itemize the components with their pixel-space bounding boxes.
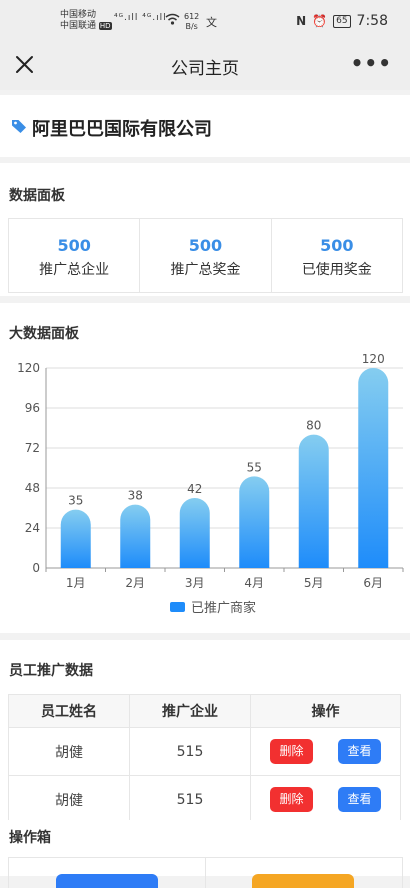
toolbox-cell bbox=[206, 858, 402, 888]
stat-total-bonus[interactable]: 500 推广总奖金 bbox=[140, 219, 272, 292]
section-title: 操作箱 bbox=[9, 830, 51, 846]
toolbox-button[interactable] bbox=[252, 874, 354, 888]
y-tick-label: 120 bbox=[17, 361, 40, 375]
delete-button[interactable]: 删除 bbox=[270, 739, 313, 764]
section-title: 数据面板 bbox=[9, 188, 65, 204]
x-tick-label: 1月 bbox=[66, 576, 86, 590]
battery-icon: 65 bbox=[333, 14, 351, 28]
nav-bar: 公司主页 ••• bbox=[0, 40, 410, 90]
row-actions: 删除 查看 bbox=[250, 775, 401, 824]
promoted-count: 515 bbox=[129, 727, 251, 776]
network-speed: 612 B/s bbox=[184, 12, 200, 31]
status-right: N ⏰ 65 7:58 bbox=[296, 13, 388, 29]
data-label: 38 bbox=[128, 489, 143, 503]
chart-bar bbox=[358, 368, 389, 568]
table-header-row: 员工姓名 推广企业 操作 bbox=[8, 694, 401, 728]
x-tick-label: 2月 bbox=[125, 576, 145, 590]
translate-icon: 文 bbox=[206, 16, 217, 29]
promoted-count: 515 bbox=[129, 775, 251, 824]
legend-label: 已推广商家 bbox=[191, 600, 256, 616]
data-label: 55 bbox=[247, 460, 262, 474]
carrier-1: 中国移动 bbox=[60, 10, 97, 20]
carrier-info: 中国移动 中国联通 HD bbox=[60, 10, 112, 32]
view-button[interactable]: 查看 bbox=[338, 787, 381, 812]
page-title: 公司主页 bbox=[171, 59, 239, 79]
dashboard-panel: 数据面板 500 推广总企业 500 推广总奖金 500 已使用奖金 bbox=[0, 163, 410, 296]
legend-swatch bbox=[170, 602, 185, 612]
nfc-icon: N bbox=[296, 14, 307, 28]
stats-grid: 500 推广总企业 500 推广总奖金 500 已使用奖金 bbox=[8, 218, 403, 293]
delete-button[interactable]: 删除 bbox=[270, 787, 313, 812]
stat-label: 推广总奖金 bbox=[170, 262, 241, 278]
section-title: 员工推广数据 bbox=[9, 663, 93, 679]
stat-value: 500 bbox=[188, 236, 223, 255]
staff-name: 胡健 bbox=[8, 727, 130, 776]
table-row: 胡健 515 删除 查看 bbox=[8, 727, 401, 776]
column-header: 员工姓名 bbox=[8, 694, 130, 728]
tag-icon bbox=[12, 120, 26, 133]
stat-value: 500 bbox=[57, 236, 91, 255]
signal-icon: ⁴ᴳ.ıll ⁴ᴳ.ıll bbox=[114, 13, 167, 23]
toolbox-cell bbox=[9, 858, 206, 888]
view-button[interactable]: 查看 bbox=[338, 739, 381, 764]
column-header: 操作 bbox=[250, 694, 401, 728]
data-label: 120 bbox=[362, 352, 385, 366]
data-label: 42 bbox=[187, 482, 202, 496]
x-tick-label: 4月 bbox=[244, 576, 264, 590]
chart-bar bbox=[179, 498, 210, 568]
x-tick-label: 5月 bbox=[304, 576, 324, 590]
stat-used-bonus[interactable]: 500 已使用奖金 bbox=[272, 219, 402, 292]
y-tick-label: 24 bbox=[25, 521, 40, 535]
chart-bar bbox=[60, 509, 91, 568]
hd-badge: HD bbox=[98, 22, 112, 30]
data-label: 80 bbox=[306, 419, 321, 433]
clock: 7:58 bbox=[356, 13, 388, 29]
staff-panel: 员工推广数据 员工姓名 推广企业 操作 胡健 515 删除 查看 胡健 515 bbox=[0, 640, 410, 824]
status-bar: 中国移动 中国联通 HD ⁴ᴳ.ıll ⁴ᴳ.ıll 612 B/s 文 N ⏰… bbox=[0, 0, 410, 40]
alarm-icon: ⏰ bbox=[312, 14, 328, 28]
row-actions: 删除 查看 bbox=[250, 727, 401, 776]
chart-bar bbox=[120, 504, 151, 568]
staff-table: 员工姓名 推广企业 操作 胡健 515 删除 查看 胡健 515 删除 查看 bbox=[8, 694, 401, 824]
stat-label: 推广总企业 bbox=[39, 262, 110, 278]
y-tick-label: 96 bbox=[25, 401, 40, 415]
table-row: 胡健 515 删除 查看 bbox=[8, 775, 401, 824]
stat-label: 已使用奖金 bbox=[301, 262, 372, 278]
y-tick-label: 72 bbox=[25, 441, 40, 455]
toolbox-grid bbox=[8, 857, 403, 888]
stat-promoted-companies[interactable]: 500 推广总企业 bbox=[9, 219, 141, 292]
x-tick-label: 6月 bbox=[363, 576, 383, 590]
toolbox-button[interactable] bbox=[56, 874, 158, 888]
more-icon[interactable]: ••• bbox=[351, 53, 392, 73]
company-header: 阿里巴巴国际有限公司 bbox=[0, 95, 410, 157]
wifi-icon bbox=[165, 13, 180, 25]
stat-value: 500 bbox=[320, 236, 354, 255]
data-label: 35 bbox=[68, 494, 83, 508]
company-name: 阿里巴巴国际有限公司 bbox=[32, 119, 212, 140]
x-tick-label: 3月 bbox=[185, 576, 205, 590]
chart-panel: 大数据面板 0 24 48 72 96 120 35 1月 38 2月 42 3月 55 4月 80 5月 12… bbox=[0, 303, 410, 633]
carrier-2: 中国联通 bbox=[60, 21, 97, 31]
staff-name: 胡健 bbox=[8, 775, 130, 824]
y-tick-label: 48 bbox=[25, 481, 40, 495]
toolbox-panel: 操作箱 bbox=[0, 820, 410, 888]
bar-chart: 0 24 48 72 96 120 35 1月 38 2月 42 3月 55 4月 80 5月 120 6月已推广… bbox=[17, 352, 404, 616]
chart-bar bbox=[239, 476, 270, 568]
y-tick-label: 0 bbox=[32, 561, 40, 575]
column-header: 推广企业 bbox=[129, 694, 251, 728]
chart-bar bbox=[298, 434, 329, 568]
